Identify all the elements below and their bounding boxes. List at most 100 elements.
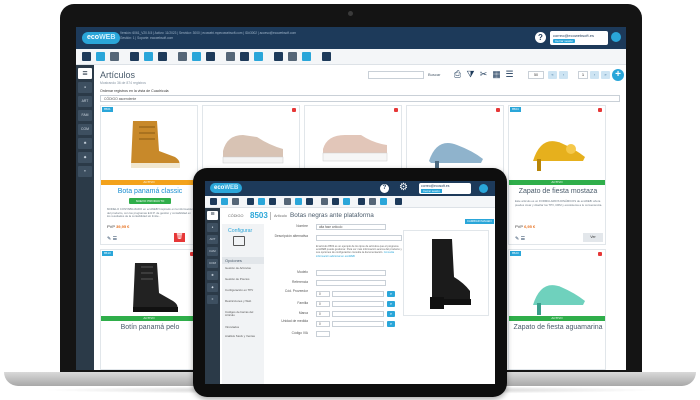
box-icon[interactable] xyxy=(284,198,291,205)
brand-code-field[interactable]: 0 xyxy=(316,311,330,317)
list-icon[interactable]: ≡ xyxy=(207,295,218,304)
name-field[interactable]: alta fase artículo xyxy=(316,224,386,230)
tools-icon[interactable]: ✂ xyxy=(478,69,489,80)
users-icon[interactable] xyxy=(258,198,265,205)
user-icon[interactable]: ● xyxy=(78,82,92,93)
product-card[interactable]: 8513 ACTIVO Botín panamá pelo xyxy=(100,249,198,370)
gear-icon[interactable]: ✱ xyxy=(207,271,218,280)
supplier-code-field[interactable]: 0 xyxy=(316,291,330,297)
gear-icon[interactable]: ✱ xyxy=(78,138,92,149)
tag-icon[interactable]: ✎ ☰ xyxy=(107,236,117,242)
unit-code-field[interactable]: 0 xyxy=(316,321,330,327)
home-icon[interactable] xyxy=(210,198,217,205)
first-page-button[interactable]: « xyxy=(548,71,557,79)
users-icon[interactable] xyxy=(144,52,153,61)
cart-icon[interactable] xyxy=(110,52,119,61)
bank-icon[interactable] xyxy=(302,52,311,61)
print-icon[interactable]: ⎙ xyxy=(452,69,463,80)
last-page-button[interactable]: » xyxy=(601,71,610,79)
help-icon[interactable]: ? xyxy=(380,184,389,193)
contact-icon[interactable] xyxy=(321,198,328,205)
product-card[interactable]: 8504 ACTIVO Zapato de fiesta mostaza Est… xyxy=(508,105,606,245)
family-code-field[interactable]: 0 xyxy=(316,301,330,307)
list-view-icon[interactable]: ☰ xyxy=(504,69,515,80)
folder-icon[interactable] xyxy=(130,52,139,61)
folder-icon[interactable] xyxy=(247,198,254,205)
menu-icon[interactable]: ≡ xyxy=(78,68,92,79)
rail-item-art[interactable]: ART xyxy=(207,235,218,244)
tag-icon[interactable]: ◆ xyxy=(207,283,218,292)
reference-field[interactable] xyxy=(316,280,386,286)
configure-link[interactable]: Configurar xyxy=(228,228,252,234)
settings-icon[interactable] xyxy=(322,52,331,61)
sidebar-item-codigos-barras[interactable]: Códigos de barras del Artículo xyxy=(225,310,263,318)
model-field[interactable] xyxy=(316,270,386,276)
help-icon[interactable]: ? xyxy=(535,32,546,43)
invoice-icon[interactable] xyxy=(158,52,167,61)
grid-icon[interactable] xyxy=(254,52,263,61)
alt-description-field[interactable] xyxy=(316,235,402,241)
logout-button[interactable]: Cerrar sesión xyxy=(553,39,576,43)
tag-icon[interactable]: ◆ xyxy=(78,152,92,163)
rail-item-com[interactable]: COM xyxy=(78,124,92,135)
trash-icon[interactable]: 🗑 xyxy=(174,233,185,242)
tag-icon[interactable]: ✎ ☰ xyxy=(515,236,525,242)
search-input[interactable] xyxy=(368,71,424,79)
box-icon[interactable] xyxy=(178,52,187,61)
sidebar-item-config-tpv[interactable]: Configuración en TPV xyxy=(225,288,263,292)
home-icon[interactable] xyxy=(82,52,91,61)
supplier-name-field[interactable] xyxy=(332,291,384,297)
app-logo[interactable]: ecoWEB xyxy=(210,183,243,193)
product-name[interactable]: Zapato de fiesta mostaza xyxy=(511,188,605,195)
list-icon[interactable]: ≡ xyxy=(78,166,92,177)
sort-select[interactable]: CÓDIGO ascendente xyxy=(100,95,620,102)
filter-icon[interactable]: ⧩ xyxy=(465,69,476,80)
add-article-button[interactable]: + xyxy=(612,69,624,81)
box-icon[interactable] xyxy=(233,236,245,246)
article-image[interactable] xyxy=(403,230,489,316)
product-card[interactable]: 8501 ACTIVO Bota panamá classic NUEVO PR… xyxy=(100,105,198,245)
product-card[interactable]: 8523 ACTIVO Zapato de fiesta aguamarina xyxy=(508,249,606,370)
family-name-field[interactable] xyxy=(332,301,384,307)
store-icon[interactable] xyxy=(288,52,297,61)
product-name[interactable]: Botín panamá pelo xyxy=(103,324,197,331)
sidebar-item-analisis[interactable]: Análisis Stock y Ventas xyxy=(225,334,263,338)
document-icon[interactable] xyxy=(206,52,215,61)
search-icon[interactable]: ⌕ xyxy=(387,321,395,327)
unit-name-field[interactable] xyxy=(332,321,384,327)
rail-item-art[interactable]: ART xyxy=(78,96,92,107)
cart-icon[interactable] xyxy=(232,198,239,205)
sidebar-item-vinculados[interactable]: Vinculados xyxy=(225,325,263,329)
truck-icon[interactable] xyxy=(192,52,201,61)
user-menu[interactable]: correo@ecosoft.es Cerrar sesión xyxy=(419,183,471,194)
gear-icon[interactable]: ⚙ xyxy=(399,182,408,194)
app-logo[interactable]: ecoWEB xyxy=(82,32,121,44)
rail-item-com[interactable]: COM xyxy=(207,259,218,268)
rail-item-fam[interactable]: FAM xyxy=(207,247,218,256)
brand-name-field[interactable] xyxy=(332,311,384,317)
tax-code-field[interactable] xyxy=(316,331,330,337)
page-size-select[interactable]: 50 xyxy=(528,71,544,79)
avatar[interactable] xyxy=(479,184,488,193)
sidebar-item-restricciones[interactable]: Restricciones y Web xyxy=(225,299,263,303)
grid-icon[interactable] xyxy=(343,198,350,205)
avatar[interactable] xyxy=(611,32,621,42)
document-icon[interactable] xyxy=(306,198,313,205)
clipboard-icon[interactable] xyxy=(358,198,365,205)
contact-icon[interactable] xyxy=(226,52,235,61)
invoice-icon[interactable] xyxy=(269,198,276,205)
page-number-input[interactable]: 1 xyxy=(578,71,588,79)
new-product-button[interactable]: NUEVO PRODUCTO xyxy=(129,198,171,204)
logout-button[interactable]: Cerrar sesión xyxy=(421,189,442,193)
bank-icon[interactable] xyxy=(380,198,387,205)
user-menu[interactable]: correo@ecowebsoft.es Cerrar sesión xyxy=(550,31,608,45)
store-icon[interactable] xyxy=(369,198,376,205)
search-icon[interactable]: ⌕ xyxy=(387,291,395,297)
menu-icon[interactable]: ≡ xyxy=(207,211,218,220)
change-image-button[interactable]: CAMBIAR IMAGEN xyxy=(465,219,494,224)
clipboard-icon[interactable] xyxy=(274,52,283,61)
product-name[interactable]: Bota panamá classic xyxy=(103,188,197,195)
search-icon[interactable]: ⌕ xyxy=(387,311,395,317)
sidebar-item-gestion-precios[interactable]: Gestión de Precios xyxy=(225,277,263,281)
calendar-icon[interactable] xyxy=(221,198,228,205)
